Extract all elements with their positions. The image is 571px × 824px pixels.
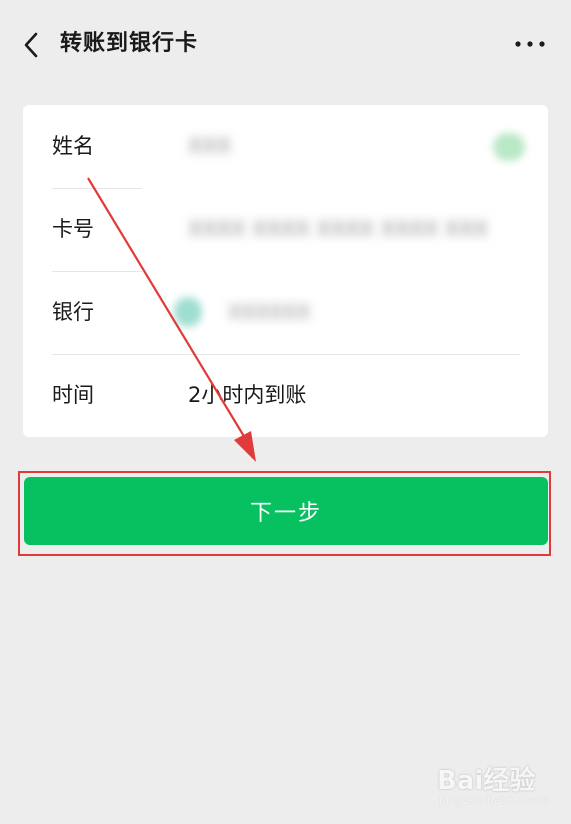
- next-step-button[interactable]: 下一步: [24, 477, 548, 545]
- card-number-label: 卡号: [52, 217, 94, 241]
- back-button[interactable]: [14, 28, 48, 62]
- bank-row[interactable]: 银行 XXXXXX: [23, 271, 548, 354]
- watermark-brand: Bai经验: [437, 766, 536, 796]
- transfer-info-card: 姓名 XXX 卡号 XXXX XXXX XXXX XXXX XXX 银行 XXX…: [23, 105, 548, 437]
- more-icon: [515, 41, 545, 47]
- arrival-time-label: 时间: [52, 383, 94, 407]
- navigation-bar: 转账到银行卡: [0, 0, 571, 90]
- watermark-logo: Bai经验 jingyan.baidu.com: [437, 758, 567, 818]
- bank-logo-icon: [174, 297, 202, 327]
- verified-icon: [493, 133, 525, 161]
- watermark-url: jingyan.baidu.com: [439, 794, 550, 807]
- arrival-time-row: 时间 2小时内到账: [23, 354, 548, 437]
- chevron-left-icon: [24, 32, 38, 58]
- bank-label: 银行: [52, 300, 94, 324]
- page-title: 转账到银行卡: [60, 31, 199, 56]
- name-row[interactable]: 姓名 XXX: [23, 105, 548, 188]
- name-label: 姓名: [52, 134, 94, 158]
- card-number-row[interactable]: 卡号 XXXX XXXX XXXX XXXX XXX: [23, 188, 548, 271]
- name-value: XXX: [188, 134, 232, 158]
- card-number-value: XXXX XXXX XXXX XXXX XXX: [188, 217, 489, 241]
- arrival-time-value: 2小时内到账: [188, 383, 307, 407]
- more-button[interactable]: [510, 32, 550, 56]
- bank-name-value: XXXXXX: [228, 300, 311, 324]
